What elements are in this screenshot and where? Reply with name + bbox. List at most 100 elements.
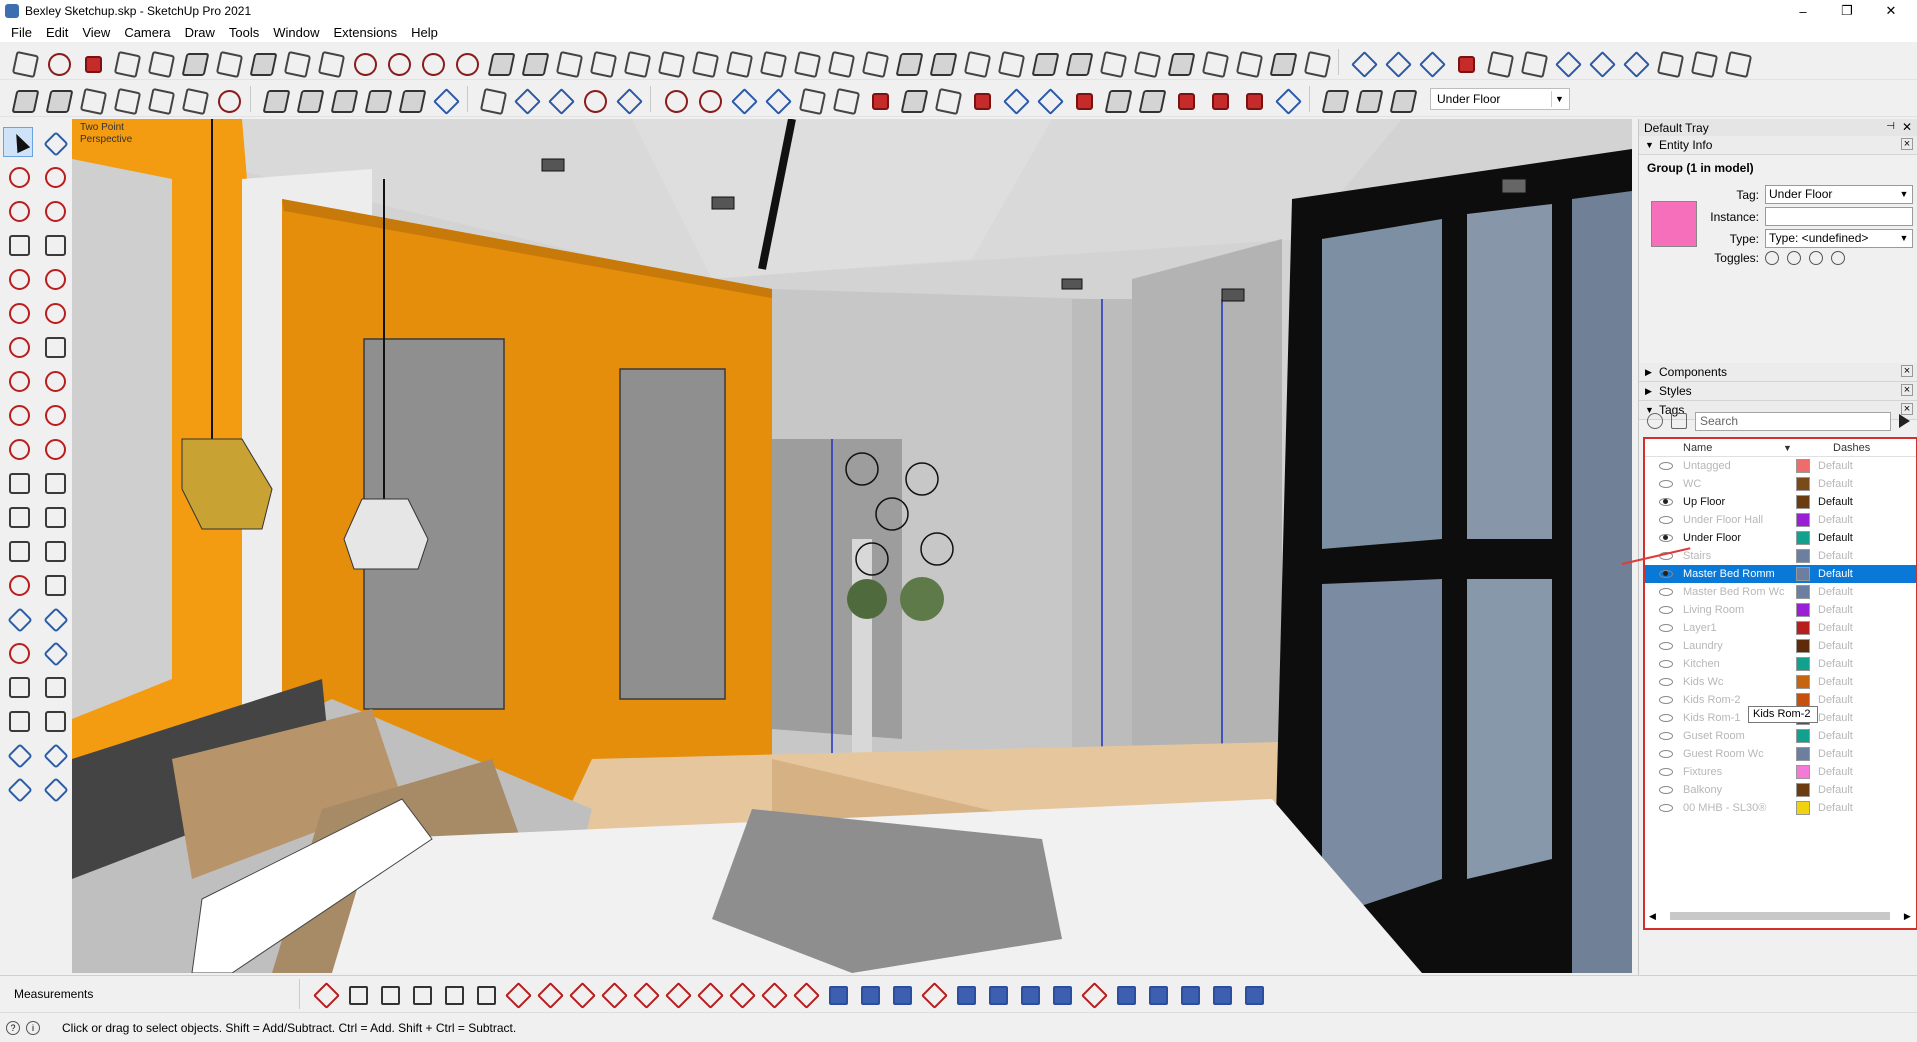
extension-warehouse-icon[interactable] [39,739,69,769]
visibility-eye-icon[interactable] [1659,660,1673,668]
visibility-eye-icon[interactable] [1659,606,1673,614]
help-icon[interactable] [472,981,498,1007]
text-tool-icon[interactable] [39,501,69,531]
chevron-down-icon[interactable]: ▼ [1896,186,1912,203]
flip-edge-icon[interactable] [314,47,344,77]
stairs-icon[interactable] [552,47,582,77]
sweep-icon[interactable] [931,84,961,114]
tag-row[interactable]: 00 MHB - SL30® Default [1645,799,1916,817]
component-2-icon[interactable] [1352,84,1382,114]
tag-dashes[interactable]: Default [1818,730,1888,742]
close-button[interactable]: ✕ [1869,0,1913,22]
right-view-icon[interactable] [110,84,140,114]
zoom-window-icon[interactable] [1415,47,1445,77]
scroll-right-icon[interactable]: ▶ [1904,911,1911,922]
cube-red-icon[interactable] [965,84,995,114]
tag-color-swatch[interactable] [1796,765,1810,779]
back-view-icon[interactable] [144,84,174,114]
scale-tool-icon[interactable] [3,433,33,463]
tag-row[interactable]: Living Room Default [1645,601,1916,619]
blue-arrow-2-icon[interactable] [1033,84,1063,114]
shaded-icon[interactable] [327,84,357,114]
rotate-surface-icon[interactable] [654,47,684,77]
solid-union-icon[interactable] [429,84,459,114]
question-box-icon[interactable] [1080,981,1106,1007]
iso-view-icon[interactable] [8,84,38,114]
pan-tool-icon[interactable] [39,569,69,599]
rectangle-icon[interactable] [3,229,33,259]
tag-select[interactable]: Under Floor ▼ [1765,185,1913,204]
tag-row[interactable]: Up Floor Default [1645,493,1916,511]
offset-tool-icon[interactable] [39,433,69,463]
tag-color-swatch[interactable] [1796,459,1810,473]
parallel-icon[interactable] [824,981,850,1007]
plane-icon[interactable] [1016,981,1042,1007]
tag-dashes[interactable]: Default [1818,784,1888,796]
menu-draw[interactable]: Draw [178,25,222,40]
tag-row[interactable]: WC Default [1645,475,1916,493]
visibility-eye-icon[interactable] [1659,462,1673,470]
component-3-icon[interactable] [1386,84,1416,114]
tag-dashes[interactable]: Default [1818,766,1888,778]
model-viewport[interactable]: Two Point Perspective [72,119,1632,973]
zoom-extents-tool-icon[interactable] [3,637,33,667]
visibility-eye-icon[interactable] [1659,588,1673,596]
panel-icon[interactable] [1096,47,1126,77]
add-tag-icon[interactable] [1647,413,1663,429]
layers-3-icon[interactable] [1208,981,1234,1007]
tag-dashes[interactable]: Default [1818,478,1888,490]
zoom-tool-icon[interactable] [3,603,33,633]
book-icon[interactable] [952,981,978,1007]
zoom-window-tool-icon[interactable] [39,603,69,633]
restore-button[interactable]: ❐ [1825,0,1869,22]
visibility-eye-icon[interactable] [1659,768,1673,776]
smoove-icon[interactable] [212,47,242,77]
visibility-eye-icon[interactable] [1659,498,1673,506]
tag-color-swatch[interactable] [1796,675,1810,689]
soften-icon[interactable] [795,84,825,114]
shaded-texture-icon[interactable] [361,84,391,114]
blue-arrow-icon[interactable] [999,84,1029,114]
rotate-cycle-icon[interactable] [408,981,434,1007]
extend-line-icon[interactable] [728,981,754,1007]
tag-row[interactable]: Laundry Default [1645,637,1916,655]
menu-view[interactable]: View [75,25,117,40]
spiral-icon[interactable] [1198,47,1228,77]
tag-dashes[interactable]: Default [1818,550,1888,562]
info-icon[interactable]: i [26,1020,40,1035]
tag-row[interactable]: Kids Wc Default [1645,673,1916,691]
styles-panel-header[interactable]: ▶ Styles × [1639,382,1917,401]
cube-outline-icon[interactable] [1300,47,1330,77]
scrollbar-thumb[interactable] [1669,912,1890,920]
cube-red-outline-icon[interactable] [792,981,818,1007]
tag-dashes[interactable]: Default [1818,514,1888,526]
blue-box-icon[interactable] [1271,84,1301,114]
orbit-tool-icon[interactable] [3,569,33,599]
section-plane-icon[interactable] [450,47,480,77]
tag-color-swatch[interactable] [1796,801,1810,815]
curve-icon[interactable] [544,84,574,114]
tag-dashes[interactable]: Default [1818,748,1888,760]
hidden-line-icon[interactable] [293,84,323,114]
rotated-rectangle-icon[interactable] [39,229,69,259]
tag-dashes[interactable]: Default [1818,532,1888,544]
book-open-icon[interactable] [1112,981,1138,1007]
menu-file[interactable]: File [4,25,39,40]
x-ray-icon[interactable] [212,84,242,114]
tape-measure-icon[interactable] [3,467,33,497]
green-shape-icon[interactable] [897,84,927,114]
look-around-tool-icon[interactable] [39,671,69,701]
minimize-button[interactable]: – [1781,0,1825,22]
visibility-toggle-icon[interactable] [1765,251,1779,265]
tag-color-swatch[interactable] [1796,513,1810,527]
tag-dashes[interactable]: Default [1818,712,1888,724]
visibility-eye-icon[interactable] [1659,480,1673,488]
col-name-header[interactable]: Name [1683,442,1783,454]
magenta-arrow-icon[interactable] [1237,84,1267,114]
hatching-icon[interactable] [1266,47,1296,77]
tag-color-swatch[interactable] [1796,657,1810,671]
tag-color-swatch[interactable] [1796,495,1810,509]
tag-dashes[interactable]: Default [1818,802,1888,814]
arc-tool-icon[interactable] [3,297,33,327]
menu-help[interactable]: Help [404,25,445,40]
